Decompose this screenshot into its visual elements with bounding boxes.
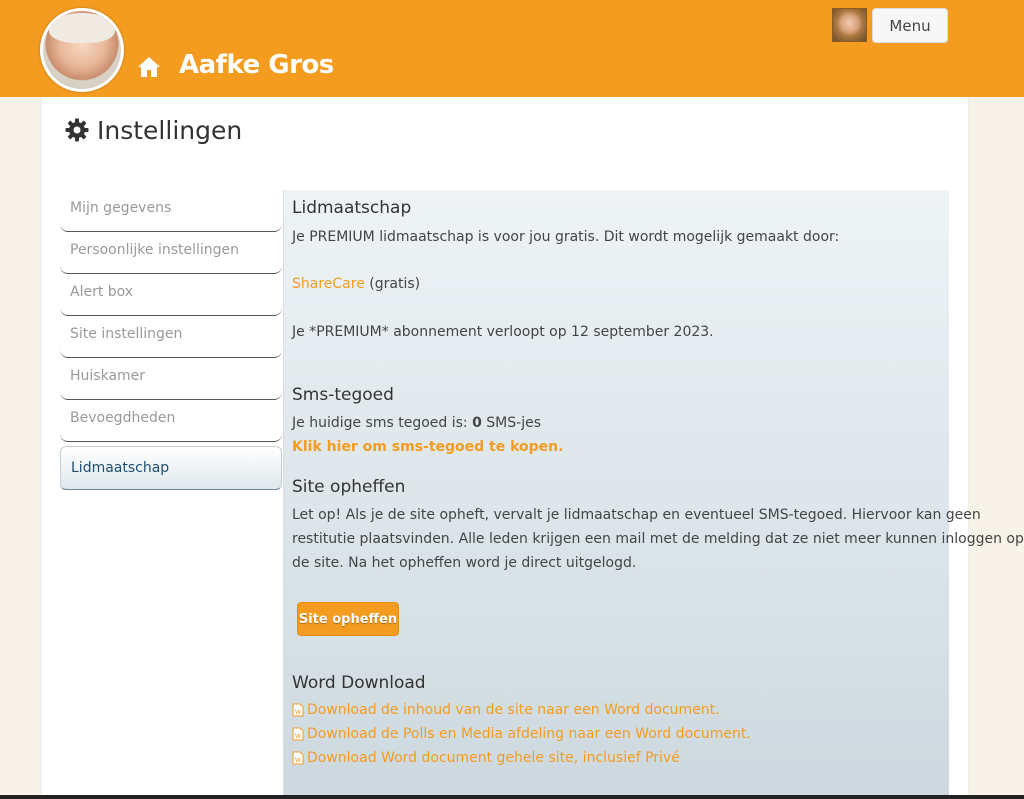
word-download-heading: Word Download (292, 673, 426, 693)
word-download-link-content[interactable]: W Download de inhoud van de site naar ee… (292, 702, 720, 718)
sidebar-item-alert-box[interactable]: Alert box (60, 274, 282, 316)
top-bar (0, 0, 1024, 97)
bottom-edge (0, 795, 1024, 799)
word-download-link-polls-media[interactable]: W Download de Polls en Media afdeling na… (292, 726, 751, 742)
sidebar-item-site-instellingen[interactable]: Site instellingen (60, 316, 282, 358)
sms-balance-count: 0 (472, 415, 482, 431)
svg-text:W: W (295, 757, 301, 764)
user-avatar[interactable] (832, 8, 867, 42)
membership-heading: Lidmaatschap (292, 198, 412, 218)
sidebar-item-huiskamer[interactable]: Huiskamer (60, 358, 282, 400)
cancel-warning-line-1: Let op! Als je de site opheft, vervalt j… (292, 507, 981, 523)
site-title[interactable]: Aafke Gros (179, 50, 334, 80)
sms-balance-label: Je huidige sms tegoed is: (292, 415, 468, 431)
word-download-link-content-label[interactable]: Download de inhoud van de site naar een … (307, 702, 720, 718)
word-download-link-polls-media-label[interactable]: Download de Polls en Media afdeling naar… (307, 726, 751, 742)
sponsor-suffix: (gratis) (369, 276, 421, 292)
word-document-icon: W (292, 727, 304, 741)
sidebar-item-persoonlijke-instellingen[interactable]: Persoonlijke instellingen (60, 232, 282, 274)
sidebar-item-bevoegdheden[interactable]: Bevoegdheden (60, 400, 282, 442)
word-document-icon: W (292, 703, 304, 717)
sms-balance-unit: SMS-jes (486, 415, 541, 431)
settings-sidebar: Mijn gegevens Persoonlijke instellingen … (60, 190, 282, 490)
menu-button[interactable]: Menu (872, 8, 948, 43)
home-icon[interactable] (137, 56, 161, 78)
cancel-warning-line-2: restitutie plaatsvinden. Alle leden krij… (292, 531, 1024, 547)
sponsor-line: ShareCare (gratis) (292, 272, 420, 296)
svg-text:W: W (295, 733, 301, 740)
word-document-icon: W (292, 751, 304, 765)
svg-text:W: W (295, 709, 301, 716)
sidebar-item-lidmaatschap[interactable]: Lidmaatschap (60, 446, 282, 490)
buy-sms-link[interactable]: Klik hier om sms-tegoed te kopen. (292, 435, 563, 459)
gear-icon (65, 118, 89, 142)
site-avatar[interactable] (40, 8, 124, 92)
sms-heading: Sms-tegoed (292, 385, 394, 405)
membership-expiry: Je *PREMIUM* abonnement verloopt op 12 s… (292, 324, 714, 340)
page-title-text: Instellingen (97, 115, 243, 145)
sidebar-item-mijn-gegevens[interactable]: Mijn gegevens (60, 190, 282, 232)
cancel-site-button[interactable]: Site opheffen (297, 602, 399, 636)
word-download-link-full-site-label[interactable]: Download Word document gehele site, incl… (307, 750, 680, 766)
word-download-link-full-site[interactable]: W Download Word document gehele site, in… (292, 750, 680, 766)
cancel-warning-line-3: de site. Na het opheffen word je direct … (292, 555, 637, 571)
sms-balance: Je huidige sms tegoed is: 0 SMS-jes (292, 411, 541, 435)
cancel-heading: Site opheffen (292, 477, 406, 497)
membership-intro: Je PREMIUM lidmaatschap is voor jou grat… (292, 229, 840, 245)
sponsor-link[interactable]: ShareCare (292, 276, 365, 292)
page-title: Instellingen (65, 112, 242, 148)
